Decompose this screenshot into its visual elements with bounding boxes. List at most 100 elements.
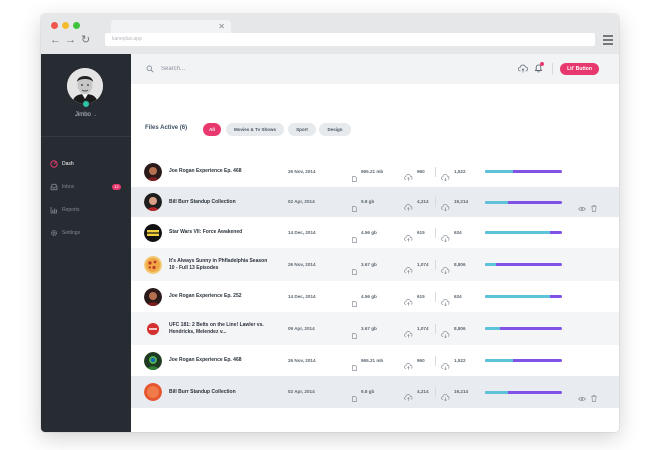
- progress-fill: [485, 200, 509, 204]
- table-row[interactable]: Star Wars VII: Force Awakened 14 Dec, 201…: [131, 217, 619, 248]
- file-size: 9.8 gb: [361, 199, 375, 204]
- search-icon: [146, 65, 154, 73]
- file-title[interactable]: Star Wars VII: Force Awakened: [169, 229, 269, 236]
- hamburger-menu-icon[interactable]: [603, 35, 613, 47]
- thumbnail: [144, 162, 162, 181]
- file-title[interactable]: Joe Rogan Experience Ep. 468: [169, 168, 269, 175]
- cloud-upload-icon[interactable]: [518, 64, 528, 73]
- search-input[interactable]: [161, 63, 361, 75]
- sidebar-item-dash[interactable]: Dash: [41, 156, 131, 172]
- thumbnail: [144, 351, 162, 370]
- download-icon: [441, 198, 450, 212]
- eye-icon[interactable]: [578, 199, 586, 212]
- gear-icon: [51, 230, 57, 236]
- table-row[interactable]: Bill Burr Standup Collection 02 Apr, 2014…: [131, 376, 619, 408]
- trash-icon[interactable]: [591, 389, 597, 402]
- filter-chip-sport[interactable]: Sport: [288, 123, 316, 136]
- progress-bar: [485, 170, 562, 173]
- file-title[interactable]: Bill Burr Standup Collection: [169, 199, 269, 206]
- progress-bar: [485, 327, 562, 330]
- download-icon: [441, 388, 450, 402]
- address-bar[interactable]: kaneplus.app: [105, 33, 595, 46]
- lit-button[interactable]: Lit' Button: [560, 63, 599, 75]
- files-active-title: Files Active (6): [145, 125, 188, 131]
- upload-count: 960: [417, 168, 425, 174]
- chart-icon: [50, 207, 57, 214]
- file-date: 14 Dec, 2014: [288, 229, 316, 235]
- file-date: 09 Apr, 2014: [288, 325, 315, 331]
- upload-icon: [404, 388, 413, 401]
- sidebar-item-label: Settings: [62, 230, 81, 236]
- window-maximize-button[interactable]: [73, 22, 80, 29]
- top-bar: Lit' Button: [131, 54, 619, 84]
- column-divider: [435, 291, 436, 302]
- header-divider: [552, 63, 553, 75]
- window-close-button[interactable]: [51, 22, 58, 29]
- column-divider: [435, 227, 436, 238]
- download-icon: [441, 357, 450, 370]
- browser-tab[interactable]: ✕: [111, 20, 231, 33]
- table-row[interactable]: Bill Burr Standup Collection 02 Apr, 2014…: [131, 187, 619, 217]
- file-date: 26 Nov, 2014: [288, 168, 316, 174]
- upload-icon: [404, 198, 413, 211]
- table-row[interactable]: Joe Rogan Experience Ep. 468 26 Nov, 2014…: [131, 345, 619, 376]
- tab-close-icon[interactable]: ✕: [218, 20, 225, 33]
- username-label: Jimbo: [74, 112, 91, 118]
- browser-window: ✕ ← → ↻ kaneplus.app Jimbo ⌄ Dash Inbox …: [41, 14, 619, 432]
- sidebar-item-label: Reports: [62, 207, 80, 213]
- column-divider: [435, 259, 436, 270]
- file-date: 26 Nov, 2014: [288, 357, 316, 363]
- reload-icon[interactable]: ↻: [81, 34, 90, 46]
- download-icon: [441, 261, 450, 274]
- forward-arrow-icon[interactable]: →: [65, 34, 76, 46]
- window-minimize-button[interactable]: [62, 22, 69, 29]
- url-text: kaneplus.app: [112, 36, 142, 42]
- progress-bar: [485, 295, 562, 298]
- file-title[interactable]: Joe Rogan Experience Ep. 468: [169, 357, 269, 364]
- progress-bar: [485, 359, 562, 362]
- progress-fill: [485, 327, 501, 330]
- sidebar-item-settings[interactable]: Settings: [41, 225, 131, 241]
- file-date: 02 Apr, 2014: [288, 199, 315, 204]
- filter-chip-movies-tv[interactable]: Movies & Tv Shows: [226, 123, 284, 136]
- table-row[interactable]: Joe Rogan Experience Ep. 468 26 Nov, 2014…: [131, 156, 619, 187]
- file-date: 02 Apr, 2014: [288, 389, 315, 394]
- back-arrow-icon[interactable]: ←: [50, 34, 61, 46]
- column-divider: [435, 387, 436, 397]
- file-title[interactable]: Bill Burr Standup Collection: [169, 389, 269, 396]
- main-content: Lit' Button Files Active (6) All Movies …: [131, 54, 619, 432]
- chevron-down-icon: ⌄: [92, 112, 98, 118]
- upload-count: 1,074: [417, 325, 429, 331]
- file-title[interactable]: UFC 181: 2 Belts on the Line! Lawler vs.…: [169, 322, 269, 336]
- thumbnail: [144, 255, 162, 274]
- inbox-count-badge: 12: [112, 184, 121, 190]
- download-icon: [441, 293, 450, 306]
- file-title[interactable]: Joe Rogan Experience Ep. 252: [169, 293, 269, 300]
- notification-dot: [540, 62, 544, 66]
- table-row[interactable]: UFC 181: 2 Belts on the Line! Lawler vs.…: [131, 312, 619, 345]
- eye-icon[interactable]: [578, 389, 586, 402]
- download-count: 634: [454, 293, 462, 299]
- sidebar-item-reports[interactable]: Reports: [41, 202, 131, 218]
- file-title[interactable]: It's Always Sunny in Phfladelphia Season…: [169, 258, 269, 272]
- file-size: 965.21 mb: [361, 357, 384, 363]
- file-size: 965.21 mb: [361, 168, 384, 174]
- filter-chip-design[interactable]: Design: [319, 123, 351, 136]
- download-icon: [441, 325, 450, 338]
- thumbnail: [144, 193, 162, 211]
- filter-chip-all[interactable]: All: [203, 123, 221, 136]
- sidebar-item-inbox[interactable]: Inbox 12: [41, 179, 131, 195]
- file-size: 3.67 gb: [361, 261, 377, 267]
- download-count: 634: [454, 229, 462, 235]
- upload-count: 615: [417, 229, 425, 235]
- sidebar-divider: [41, 136, 131, 137]
- username[interactable]: Jimbo ⌄: [41, 112, 131, 118]
- upload-icon: [404, 261, 413, 274]
- sidebar: Jimbo ⌄ Dash Inbox 12 Reports Settings: [41, 54, 131, 432]
- file-icon: [352, 199, 357, 212]
- avatar[interactable]: [67, 68, 103, 104]
- table-row[interactable]: Joe Rogan Experience Ep. 252 14 Dec, 2014…: [131, 281, 619, 312]
- download-count: 1,522: [454, 168, 466, 174]
- trash-icon[interactable]: [591, 199, 597, 212]
- table-row[interactable]: It's Always Sunny in Phfladelphia Season…: [131, 248, 619, 281]
